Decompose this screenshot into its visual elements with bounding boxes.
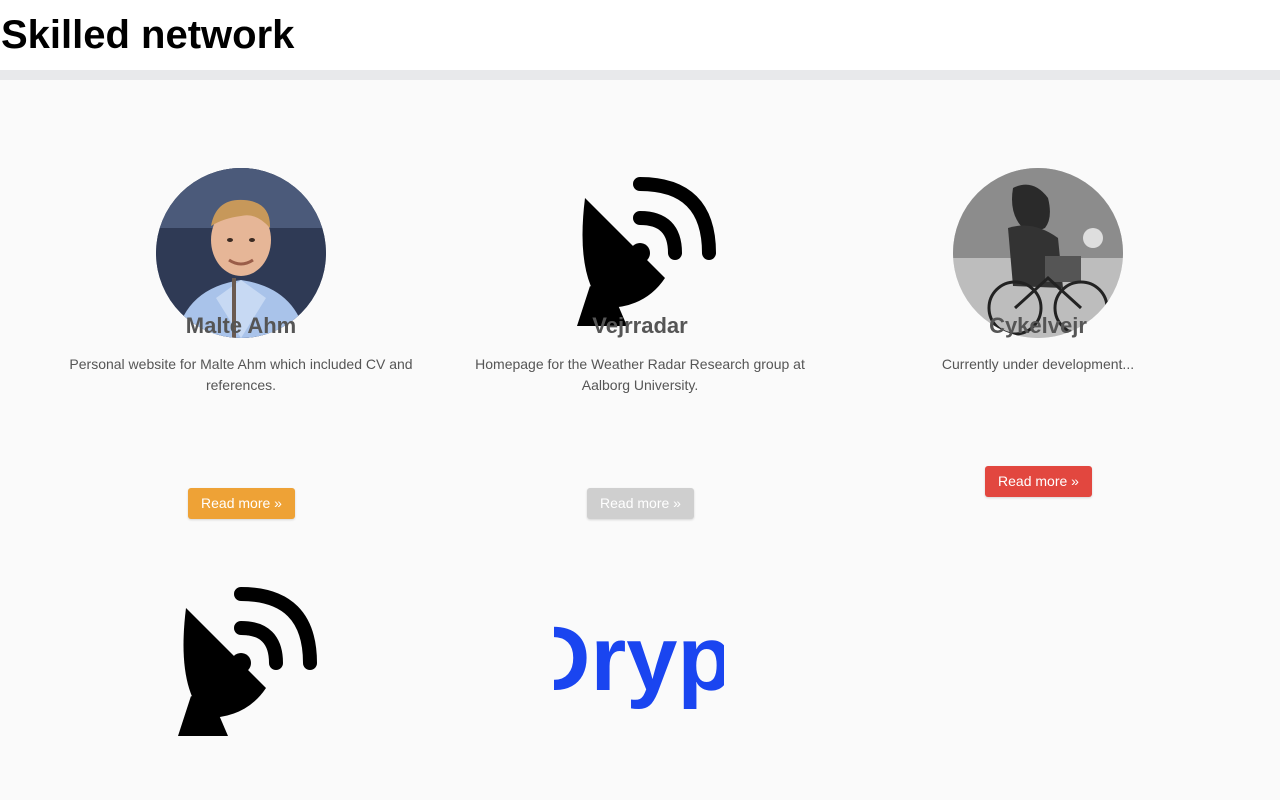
dryp-logo[interactable]: Dryp [554,578,724,748]
project-description: Currently under development... [941,356,1135,372]
satellite-dish-icon[interactable] [156,578,326,748]
project-card-4 [61,578,421,800]
header-divider [0,70,1280,80]
site-title: Skilled network [1,13,295,57]
read-more-button[interactable]: Read more » [587,488,694,519]
read-more-button[interactable]: Read more » [188,488,295,519]
project-card-5: Dryp [460,578,820,800]
project-card-vejrradar: Vejrradar Homepage for the Weather Radar… [460,80,820,540]
site-header: Skilled network [0,0,1280,70]
project-card-malte-ahm: Malte Ahm Personal website for Malte Ahm… [61,80,421,540]
project-description: Personal website for Malte Ahm which inc… [69,356,413,393]
project-title: Vejrradar [592,313,688,338]
project-title: Malte Ahm [185,313,297,338]
project-card-cykelvejr: Cykelvejr Currently under development...… [858,80,1218,540]
svg-text:Dryp: Dryp [554,608,724,710]
read-more-button[interactable]: Read more » [985,466,1092,497]
project-description: Homepage for the Weather Radar Research … [475,356,805,393]
project-title: Cykelvejr [989,313,1087,338]
project-grid: Malte Ahm Personal website for Malte Ahm… [0,80,1280,800]
